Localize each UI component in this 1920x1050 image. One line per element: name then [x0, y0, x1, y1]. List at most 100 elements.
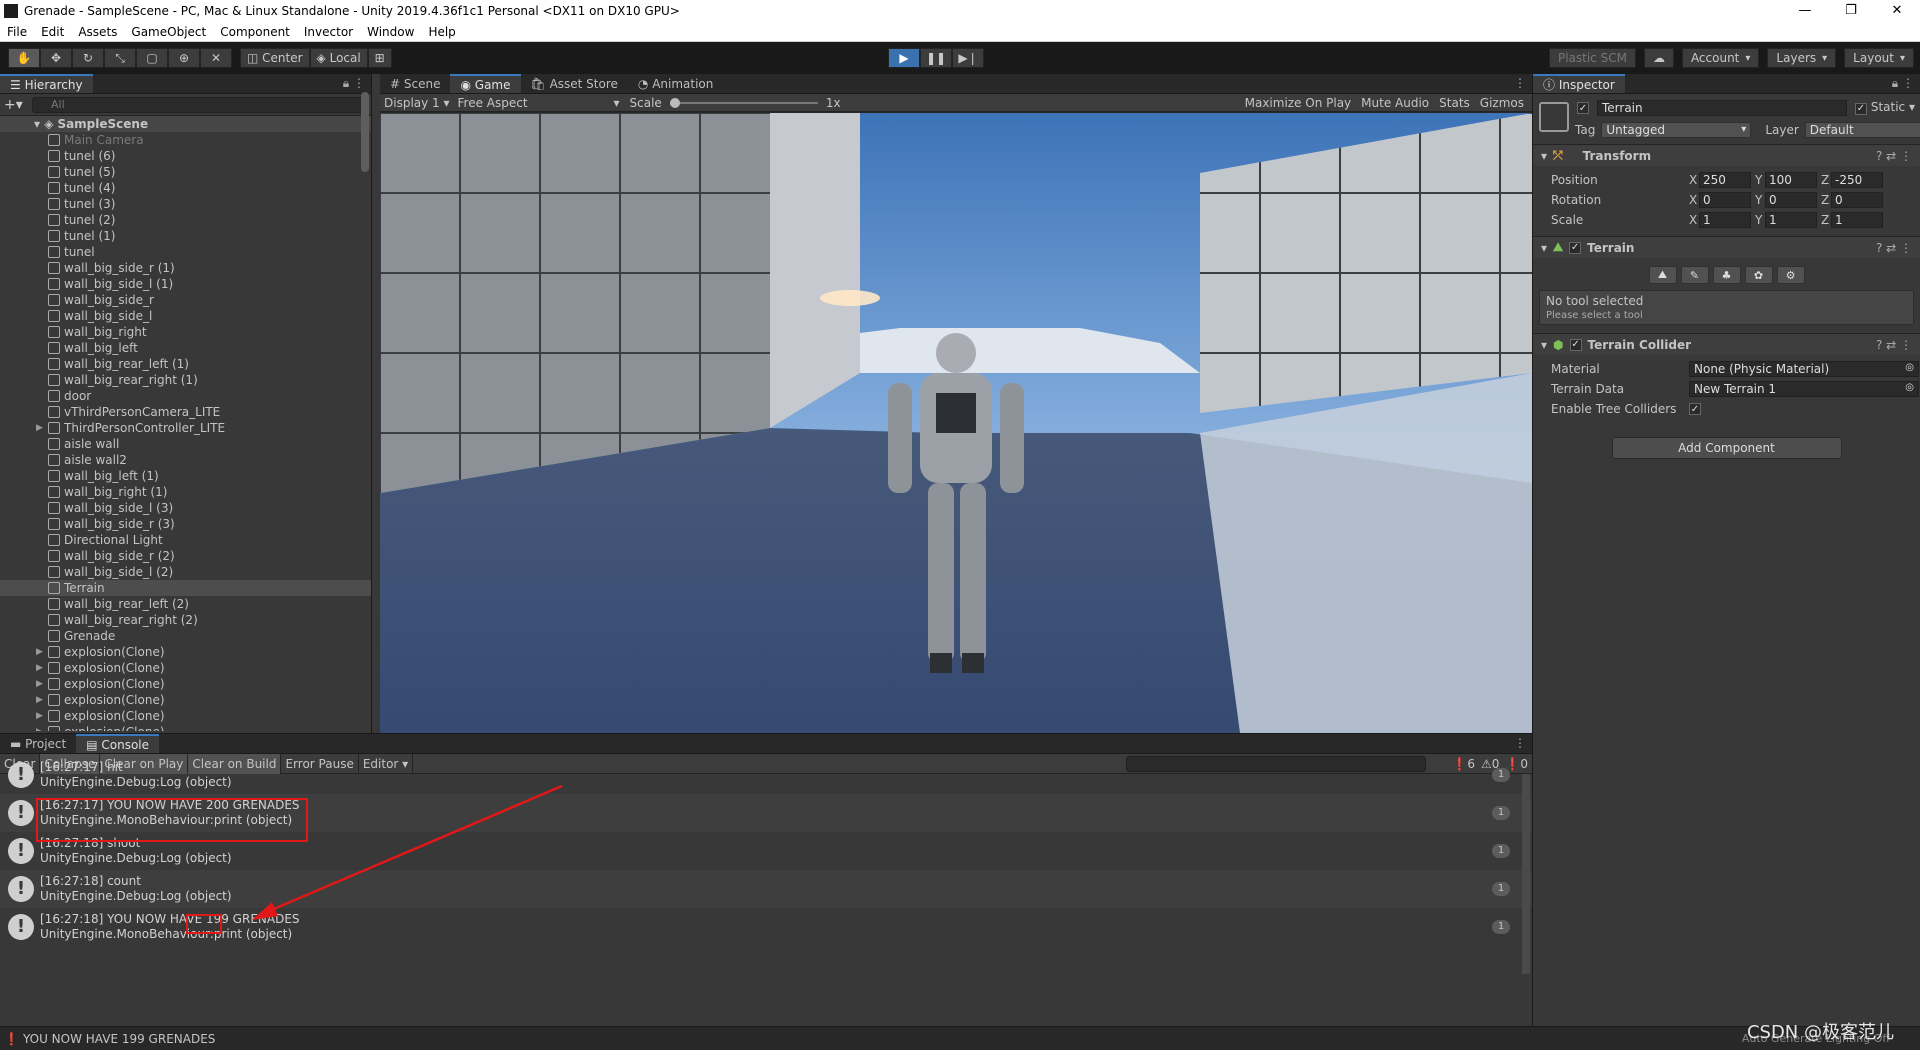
rotate-icon[interactable]: ↻ — [72, 48, 104, 68]
z-field[interactable]: Z1 — [1821, 212, 1883, 228]
account-dropdown[interactable]: Account — [1681, 48, 1760, 68]
hierarchy-item[interactable]: tunel (5) — [0, 164, 371, 180]
plastic-scm-button[interactable]: Plastic SCM — [1548, 48, 1636, 68]
hierarchy-item[interactable]: ▶ explosion(Clone) — [0, 692, 371, 708]
aspect-dropdown[interactable]: Free Aspect ▾ — [454, 96, 624, 110]
x-value[interactable]: 0 — [1699, 192, 1751, 208]
tab-inspector[interactable]: ⓘ Inspector — [1533, 74, 1625, 93]
y-field[interactable]: Y1 — [1755, 212, 1817, 228]
scale-slider[interactable] — [669, 97, 818, 108]
object-name-field[interactable]: Terrain — [1597, 100, 1847, 116]
terrain-header[interactable]: ▾ ⛰ ✓ Terrain ? ⇄ ⋮ — [1533, 236, 1920, 258]
layers-dropdown[interactable]: Layers — [1767, 48, 1837, 68]
stats-toggle[interactable]: Stats — [1439, 94, 1470, 112]
menu-file[interactable]: File — [0, 25, 34, 39]
z-field[interactable]: Z0 — [1821, 192, 1883, 208]
maximize-on-play-toggle[interactable]: Maximize On Play — [1245, 94, 1352, 112]
hierarchy-item[interactable]: ▶ ThirdPersonController_LITE — [0, 420, 371, 436]
tab-game[interactable]: ◉ Game — [450, 74, 521, 93]
hierarchy-item[interactable]: wall_big_rear_right (1) — [0, 372, 371, 388]
hierarchy-search-input[interactable]: All — [32, 96, 367, 113]
collider-enabled-checkbox[interactable]: ✓ — [1569, 338, 1582, 351]
tab-hierarchy[interactable]: ☰ Hierarchy — [0, 74, 93, 93]
menu-invector[interactable]: Invector — [297, 25, 360, 39]
x-value[interactable]: 250 — [1699, 172, 1751, 188]
add-component-button[interactable]: Add Component — [1611, 437, 1842, 459]
detail-icon[interactable]: ✿ — [1744, 266, 1773, 284]
hierarchy-scrollbar[interactable] — [361, 92, 369, 172]
tree-icon[interactable]: ♣ — [1712, 266, 1741, 284]
component-menu-icons[interactable]: ? ⇄ ⋮ — [1876, 241, 1912, 255]
hierarchy-item[interactable]: wall_big_side_r (2) — [0, 548, 371, 564]
component-menu-icons[interactable]: ? ⇄ ⋮ — [1876, 149, 1912, 163]
hierarchy-item[interactable]: tunel (1) — [0, 228, 371, 244]
hierarchy-item[interactable]: tunel (4) — [0, 180, 371, 196]
menu-edit[interactable]: Edit — [34, 25, 71, 39]
static-checkbox[interactable]: ✓ — [1855, 102, 1867, 115]
add-object-button[interactable]: +▾ — [4, 97, 32, 113]
hierarchy-item[interactable]: tunel (3) — [0, 196, 371, 212]
custom-tool-icon[interactable]: ✕ — [200, 48, 232, 68]
expand-arrow-icon[interactable]: ▶ — [36, 708, 48, 724]
menu-assets[interactable]: Assets — [71, 25, 124, 39]
console-scrollbar[interactable] — [1522, 774, 1530, 974]
y-value[interactable]: 0 — [1765, 192, 1817, 208]
layer-dropdown[interactable]: Default — [1804, 122, 1920, 138]
play-button[interactable]: ▶ — [888, 48, 920, 68]
scene-root[interactable]: ▾ ◈ SampleScene — [0, 116, 371, 132]
transform-header[interactable]: ▾ ⤱ Transform ? ⇄ ⋮ — [1533, 144, 1920, 166]
y-value[interactable]: 1 — [1765, 212, 1817, 228]
expand-arrow-icon[interactable]: ▶ — [36, 644, 48, 660]
x-field[interactable]: X 250 — [1689, 172, 1751, 188]
hierarchy-item[interactable]: wall_big_rear_left (2) — [0, 596, 371, 612]
mute-audio-toggle[interactable]: Mute Audio — [1361, 94, 1429, 112]
close-button[interactable]: ✕ — [1874, 0, 1920, 22]
z-value[interactable]: 0 — [1831, 192, 1883, 208]
expand-arrow-icon[interactable]: ▶ — [36, 660, 48, 676]
paint-brush-icon[interactable]: ✎ — [1680, 266, 1709, 284]
hierarchy-item[interactable]: Terrain — [0, 580, 371, 596]
hierarchy-item[interactable]: vThirdPersonCamera_LITE — [0, 404, 371, 420]
hierarchy-item[interactable]: wall_big_left — [0, 340, 371, 356]
hierarchy-item[interactable]: Directional Light — [0, 532, 371, 548]
raise-terrain-icon[interactable]: ⛰ — [1648, 266, 1677, 284]
menu-component[interactable]: Component — [213, 25, 297, 39]
expand-arrow-icon[interactable]: ▶ — [36, 676, 48, 692]
display-dropdown[interactable]: Display 1 ▾ — [380, 96, 454, 110]
hierarchy-item[interactable]: aisle wall — [0, 436, 371, 452]
active-checkbox[interactable]: ✓ — [1577, 102, 1589, 114]
rect-icon[interactable]: ▢ — [136, 48, 168, 68]
tree-colliders-checkbox[interactable]: ✓ — [1689, 403, 1701, 415]
y-value[interactable]: 100 — [1765, 172, 1817, 188]
hierarchy-item[interactable]: ▶ explosion(Clone) — [0, 660, 371, 676]
maximize-button[interactable]: ❐ — [1828, 0, 1874, 22]
static-toggle[interactable]: ✓ Static ▾ — [1855, 100, 1915, 115]
minimize-button[interactable]: — — [1782, 0, 1828, 22]
hierarchy-item[interactable]: wall_big_right (1) — [0, 484, 371, 500]
x-field[interactable]: X0 — [1689, 192, 1751, 208]
hierarchy-item[interactable]: wall_big_side_l — [0, 308, 371, 324]
expand-arrow-icon[interactable]: ▶ — [36, 724, 48, 731]
scale-icon[interactable]: ⤡ — [104, 48, 136, 68]
menu-help[interactable]: Help — [421, 25, 462, 39]
y-field[interactable]: Y0 — [1755, 192, 1817, 208]
inspector-lock-icon[interactable]: 🔒︎ ⋮ — [1892, 76, 1914, 91]
terrain-enabled-checkbox[interactable]: ✓ — [1569, 241, 1582, 254]
hierarchy-item[interactable]: ▶ explosion(Clone) — [0, 676, 371, 692]
hierarchy-item[interactable]: wall_big_side_r (1) — [0, 260, 371, 276]
tab-asset-store[interactable]: 🛍︎ Asset Store — [521, 74, 628, 93]
hierarchy-item[interactable]: wall_big_side_r — [0, 292, 371, 308]
step-button[interactable]: ▶❘ — [952, 48, 984, 68]
z-value[interactable]: -250 — [1831, 172, 1883, 188]
hierarchy-item[interactable]: tunel (6) — [0, 148, 371, 164]
transform-icon[interactable]: ⊕ — [168, 48, 200, 68]
lock-icon[interactable]: 🔒︎ ⋮ — [343, 76, 365, 91]
material-field[interactable]: None (Physic Material) — [1689, 361, 1919, 377]
hierarchy-item[interactable]: Grenade — [0, 628, 371, 644]
hierarchy-item[interactable]: wall_big_side_l (3) — [0, 500, 371, 516]
y-field[interactable]: Y 100 — [1755, 172, 1817, 188]
hierarchy-item[interactable]: wall_big_rear_left (1) — [0, 356, 371, 372]
hierarchy-item[interactable]: wall_big_right — [0, 324, 371, 340]
cloud-icon[interactable]: ☁ — [1643, 48, 1674, 68]
hierarchy-item[interactable]: wall_big_side_l (1) — [0, 276, 371, 292]
